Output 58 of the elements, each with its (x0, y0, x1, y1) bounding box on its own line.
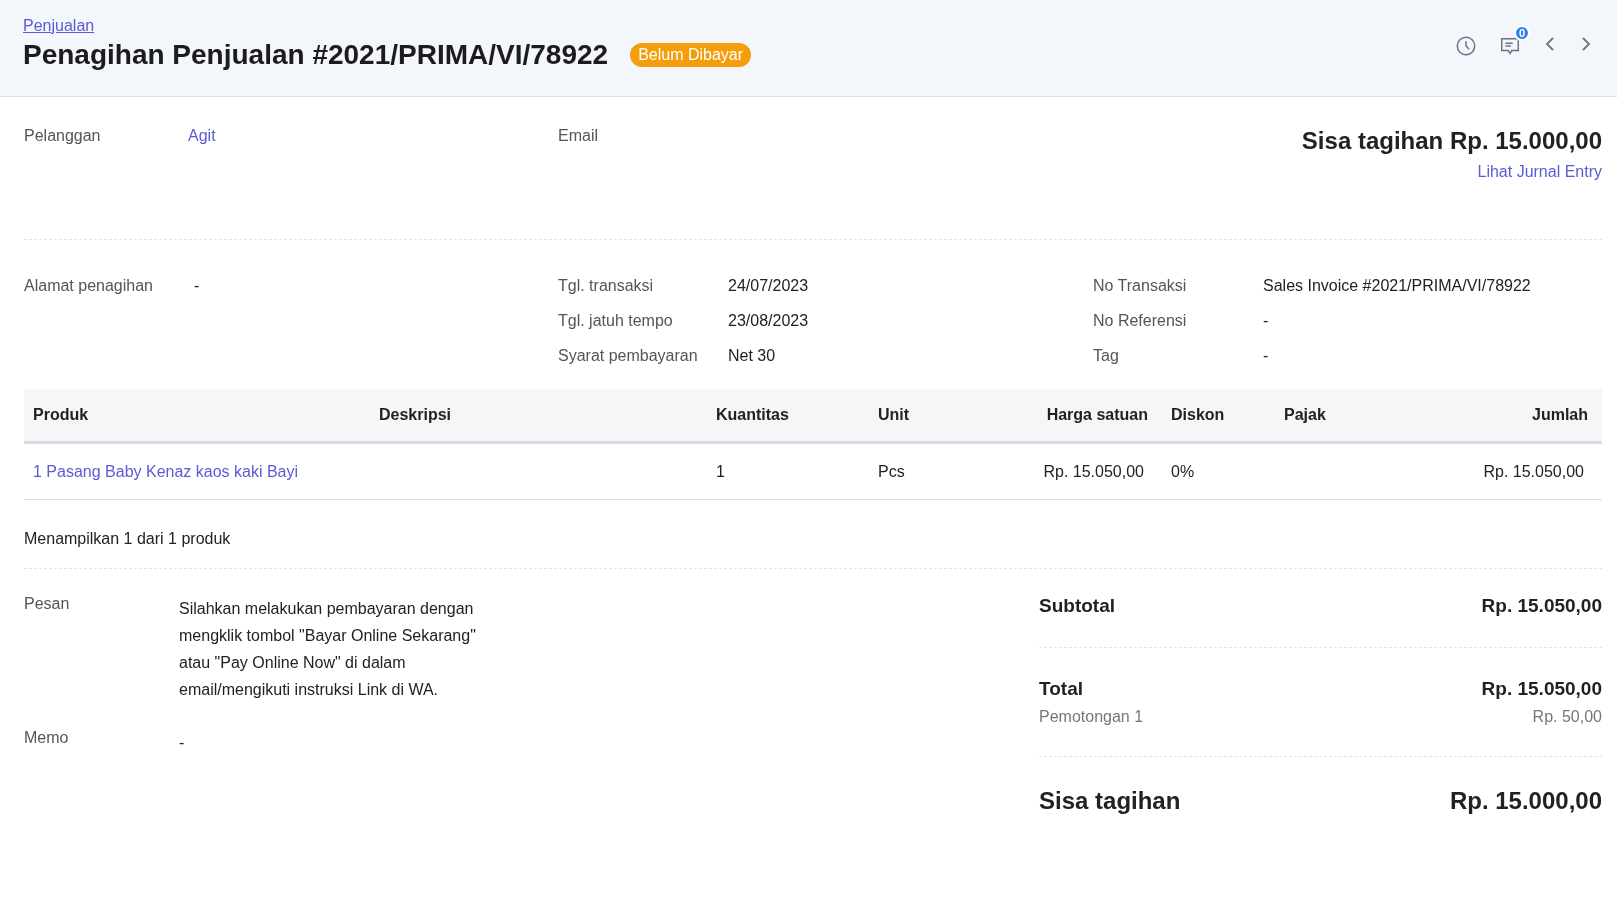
journal-entry-link[interactable]: Lihat Jurnal Entry (1477, 163, 1602, 181)
field-value: - (1263, 347, 1269, 365)
column-header: Pajak (1275, 389, 1402, 444)
summary-label: Subtotal (1039, 595, 1115, 617)
table-cell: 0% (1171, 462, 1195, 481)
page-title: Penagihan Penjualan #2021/PRIMA/VI/78922 (23, 39, 609, 71)
field-label: Pesan (24, 595, 71, 614)
column-header: Kuantitas (707, 389, 869, 444)
field-label: No Referensi (1093, 312, 1188, 330)
column-header: Harga satuan (1000, 389, 1162, 444)
table-cell: Pcs (878, 462, 905, 481)
breadcrumb-link[interactable]: Penjualan (23, 17, 95, 35)
column-header: Jumlah (1402, 389, 1602, 444)
customer-link[interactable]: Agit (188, 127, 216, 239)
summary-label: Pemotongan 1 (1039, 708, 1144, 726)
notification-count: 0 (1513, 25, 1530, 41)
history-button[interactable] (1455, 35, 1477, 57)
comments-button[interactable] (1499, 35, 1521, 57)
summary-value: Rp. 50,00 (1532, 708, 1602, 726)
field-value: Sales Invoice #2021/PRIMA/VI/78922 (1263, 277, 1531, 295)
previous-button[interactable] (1543, 35, 1557, 53)
message-icon (1499, 35, 1521, 57)
column-header: Deskripsi (370, 389, 707, 444)
next-button[interactable] (1579, 35, 1593, 53)
summary-value: Rp. 15.050,00 (1481, 678, 1602, 700)
field-value: 24/07/2023 (728, 277, 809, 295)
table-cell: 1 (716, 462, 725, 481)
field-value: Silahkan melakukan pembayaran dengan mengklik tombol "Bayar Online Sekarang" atau "Pay Online Now" di dalam email/mengikuti instruksi Link di WA. (179, 599, 477, 700)
field-label: Tgl. jatuh tempo (558, 312, 674, 330)
chevron-right-icon (1579, 35, 1593, 53)
status-badge: Belum Dibayar (630, 43, 752, 67)
field-value: Net 30 (728, 347, 776, 365)
table-cell: Rp. 15.050,00 (1043, 462, 1144, 481)
summary-label: Total (1039, 678, 1083, 700)
field-value: 23/08/2023 (728, 312, 809, 330)
summary-value: Rp. 15.050,00 (1481, 595, 1602, 617)
column-header: Produk (24, 389, 370, 444)
product-link[interactable]: 1 Pasang Baby Kenaz kaos kaki Bayi (33, 462, 299, 481)
field-value: - (194, 277, 200, 295)
clock-icon (1455, 35, 1477, 57)
balance-heading: Sisa tagihan Rp. 15.000,00 (1301, 127, 1602, 155)
field-label: Tgl. transaksi (558, 277, 655, 295)
field-label: Syarat pembayaran (558, 347, 699, 365)
field-label: Email (558, 127, 599, 146)
column-header: Diskon (1162, 389, 1275, 444)
column-header: Unit (869, 389, 1000, 444)
field-label: No Transaksi (1093, 277, 1188, 295)
table-cell: Rp. 15.050,00 (1483, 462, 1584, 481)
summary-label: Sisa tagihan (1039, 787, 1181, 815)
field-label: Tag (1093, 347, 1120, 365)
field-label: Alamat penagihan (24, 277, 154, 295)
field-label: Memo (24, 729, 70, 748)
chevron-left-icon (1543, 35, 1557, 53)
field-label: Pelanggan (24, 127, 102, 146)
field-value: - (1263, 312, 1269, 330)
field-value: - (179, 733, 186, 753)
table-footer-text: Menampilkan 1 dari 1 produk (24, 530, 231, 547)
summary-value: Rp. 15.000,00 (1449, 787, 1602, 815)
